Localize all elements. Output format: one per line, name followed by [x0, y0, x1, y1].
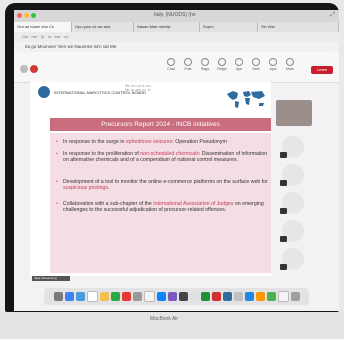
- bullet-text: Collaboration with a sub-chapter of the …: [63, 201, 264, 214]
- overlay-line-2: Ne as ape yo. fd: [125, 88, 151, 92]
- hand-icon: [218, 58, 226, 66]
- camera-icon: [269, 58, 277, 66]
- dock-app-icon[interactable]: [244, 292, 254, 301]
- chat-overlay: Rin aUr pt.Ie om, Ne as ape yo. fd: [125, 84, 205, 106]
- dock-app-icon[interactable]: [277, 291, 289, 302]
- react-button[interactable]: Rags: [198, 58, 212, 71]
- dock-app-icon[interactable]: [200, 292, 210, 301]
- people-icon: [184, 58, 192, 66]
- participant-badge-icon: [280, 208, 287, 214]
- tab-4[interactable]: Suprn: [200, 22, 258, 32]
- slide-title-band: Precursors Report 2024 - INCB initiative…: [50, 118, 271, 131]
- dock-app-icon[interactable]: [255, 292, 265, 301]
- bullet-item: • In response to the proliferation of no…: [56, 151, 268, 164]
- dock-app-icon[interactable]: [211, 292, 221, 301]
- tab-1[interactable]: Gra ad boam sho Cs: [14, 22, 72, 32]
- laptop-photo: Italy, (NUODS) (hn ⤢ Gra ad boam sho Cs …: [0, 0, 344, 339]
- dock-app-icon[interactable]: [75, 292, 85, 301]
- meeting-app-icon[interactable]: [20, 65, 28, 73]
- dock-app-icon[interactable]: [156, 292, 166, 301]
- close-window-icon[interactable]: [17, 13, 22, 18]
- leave-button[interactable]: Leare: [311, 66, 333, 74]
- dock-app-icon[interactable]: [266, 292, 276, 301]
- dock-app-icon[interactable]: [143, 291, 155, 302]
- people-button[interactable]: Pole: [181, 58, 195, 71]
- chat-button[interactable]: Chat: [164, 58, 178, 71]
- tab-3[interactable]: Nasan Mae mentip: [134, 22, 200, 32]
- tab-strip: Gra ad boam sho Cs Gpu pow cd we ana Nas…: [14, 22, 339, 32]
- window-controls-icon[interactable]: ⤢: [330, 12, 335, 19]
- dock-app-icon[interactable]: [86, 291, 98, 302]
- bullet-panel: • In response to the surge in ephedrines…: [50, 133, 271, 273]
- bullet-item: • Collaboration with a sub-chapter of th…: [56, 201, 268, 214]
- browser-toolbar: Gw · me · (i) · ro · bar · cu: [14, 32, 339, 42]
- slide-title: Precursors Report 2024 - INCB initiative…: [101, 121, 220, 128]
- tab-5[interactable]: Sin Wsr: [258, 22, 339, 32]
- tab-2[interactable]: Gpu pow cd we ana: [72, 22, 134, 32]
- meeting-toolbar: Chat Pole Rags Reign Aps Sare Apcl Mare …: [14, 52, 339, 83]
- laptop-base: MacBook Air: [0, 312, 344, 339]
- dock-app-icon[interactable]: [189, 292, 199, 301]
- screen-bezel: Italy, (NUODS) (hn ⤢ Gra ad boam sho Cs …: [5, 3, 339, 312]
- chat-icon: [167, 58, 175, 66]
- participant-badge-icon: [280, 152, 287, 158]
- dock-app-icon[interactable]: [121, 292, 131, 301]
- participant-badge-icon: [280, 180, 287, 186]
- macos-dock: [44, 288, 309, 305]
- traffic-lights[interactable]: [17, 13, 36, 18]
- bullet-text: In response to the surge in ephedrines s…: [63, 139, 227, 145]
- bullet-item: • Development of a tool to monitor the o…: [56, 179, 268, 192]
- record-icon[interactable]: [30, 65, 38, 73]
- dock-app-icon[interactable]: [110, 292, 120, 301]
- raise-hand-button[interactable]: Reign: [215, 58, 229, 71]
- bullet-dot-icon: •: [56, 201, 58, 207]
- bullet-text: In response to the proliferation of non-…: [63, 151, 268, 164]
- camera-button[interactable]: Apcl: [266, 58, 280, 71]
- bullet-dot-icon: •: [56, 179, 58, 185]
- apps-icon: [235, 58, 243, 66]
- share-icon: [252, 58, 260, 66]
- share-button[interactable]: Sare: [249, 58, 263, 71]
- dock-app-icon[interactable]: [99, 292, 109, 301]
- bullet-dot-icon: •: [56, 151, 58, 157]
- notice-text: Ita go Moonsee 'Sen we Naunnes ist'n sat…: [25, 44, 117, 49]
- meeting-controls: Chat Pole Rags Reign Aps Sare Apcl Mare: [164, 58, 297, 71]
- window-titlebar: Italy, (NUODS) (hn ⤢: [14, 10, 339, 22]
- window-title: Italy, (NUODS) (hn: [154, 12, 196, 18]
- bullet-dot-icon: •: [56, 139, 58, 145]
- react-icon: [201, 58, 209, 66]
- mic-button[interactable]: Mare: [283, 58, 297, 71]
- dock-app-icon[interactable]: [167, 292, 177, 301]
- minimize-window-icon[interactable]: [24, 13, 29, 18]
- mic-icon: [286, 58, 294, 66]
- participant-badge-icon: [280, 236, 287, 242]
- dock-app-icon[interactable]: [233, 292, 243, 301]
- bullet-item: • In response to the surge in ephedrines…: [56, 139, 268, 145]
- participants-panel: [274, 100, 336, 280]
- dock-app-icon[interactable]: [53, 292, 63, 301]
- dock-app-icon[interactable]: [290, 292, 300, 301]
- presenter-strip: Jaya Vereamong: [30, 276, 271, 282]
- dock-app-icon[interactable]: [178, 292, 188, 301]
- bullet-text: Development of a tool to monitor the onl…: [63, 179, 268, 192]
- toolbar-text: Gw · me · (i) · ro · bar · cu: [22, 34, 69, 39]
- slide-header: INTERNATIONAL NARCOTICS CONTROL BOARD Ri…: [30, 82, 271, 116]
- apps-button[interactable]: Aps: [232, 58, 246, 71]
- dock-app-icon[interactable]: [64, 292, 74, 301]
- participant-video[interactable]: [276, 100, 312, 126]
- dock-app-icon[interactable]: [222, 292, 232, 301]
- presenter-name: Jaya Vereamong: [32, 276, 70, 281]
- laptop-brand: MacBook Air: [150, 316, 179, 322]
- incb-logo-icon: [38, 86, 50, 98]
- world-map-icon: [227, 91, 265, 108]
- screen: Italy, (NUODS) (hn ⤢ Gra ad boam sho Cs …: [14, 10, 339, 311]
- zoom-window-icon[interactable]: [31, 13, 36, 18]
- shared-slide: INTERNATIONAL NARCOTICS CONTROL BOARD Ri…: [30, 82, 271, 276]
- participant-badge-icon: [280, 264, 287, 270]
- dock-app-icon[interactable]: [132, 292, 142, 301]
